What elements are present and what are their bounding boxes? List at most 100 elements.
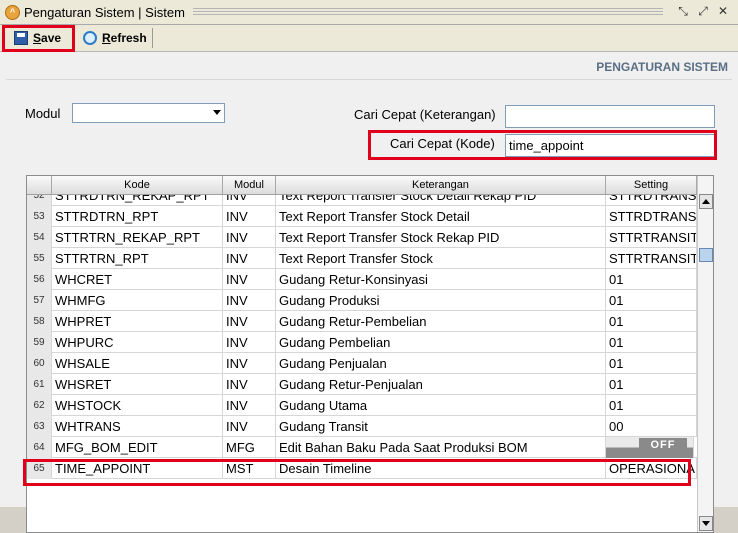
app-icon: ^ (5, 5, 20, 20)
row-number: 54 (27, 227, 52, 248)
scroll-down-icon[interactable] (699, 516, 713, 531)
row-number: 59 (27, 332, 52, 353)
cell-modul: INV (223, 227, 276, 248)
modul-select[interactable] (72, 103, 225, 123)
cell-setting: OFF (606, 437, 697, 458)
row-number: 64 (27, 437, 52, 458)
cell-setting: STTRDTRANSIT_RK (606, 195, 697, 206)
cell-modul: INV (223, 290, 276, 311)
table-row[interactable]: 60 WHSALE INV Gudang Penjualan 01 (27, 353, 697, 374)
vertical-scrollbar[interactable] (697, 176, 713, 532)
cell-kode: WHPRET (52, 311, 223, 332)
cell-setting: 01 (606, 353, 697, 374)
cell-modul: INV (223, 374, 276, 395)
cell-kode: MFG_BOM_EDIT (52, 437, 223, 458)
table-row[interactable]: 65 TIME_APPOINT MST Desain Timeline OPERASIO… (27, 458, 697, 479)
table-row[interactable]: 52 STTRDTRN_REKAP_RPT INV Text Report Trans… (27, 195, 697, 206)
main-panel: PENGATURAN SISTEM Modul Cari Cepat (Kete… (0, 52, 738, 533)
table-row[interactable]: 64 MFG_BOM_EDIT MFG Edit Bahan Baku Pada Sa… (27, 437, 697, 458)
cari-keterangan-input[interactable] (505, 105, 715, 128)
table-row[interactable]: 57 WHMFG INV Gudang Produksi 01 (27, 290, 697, 311)
save-button[interactable]: Save (14, 27, 61, 49)
section-title: PENGATURAN SISTEM (596, 60, 728, 74)
maximize-icon[interactable]: ⤢ (696, 4, 710, 18)
cell-setting: 00 (606, 416, 697, 437)
refresh-icon (83, 31, 97, 45)
row-number: 53 (27, 206, 52, 227)
table-row[interactable]: 54 STTRTRN_REKAP_RPT INV Text Report Transf… (27, 227, 697, 248)
cell-kode: STTRDTRN_RPT (52, 206, 223, 227)
cell-setting: STTRDTRANSIT (606, 206, 697, 227)
cell-keterangan: Gudang Penjualan (276, 353, 606, 374)
cell-kode: STTRTRN_RPT (52, 248, 223, 269)
restore-icon[interactable]: ⤡ (676, 4, 690, 18)
floppy-disk-icon (14, 31, 28, 45)
table-body: 52 STTRDTRN_REKAP_RPT INV Text Report Trans… (27, 195, 697, 532)
toggle-label: OFF (639, 438, 687, 453)
cell-kode: WHPURC (52, 332, 223, 353)
toolbar: Save Refresh (0, 25, 738, 52)
cell-setting: 01 (606, 269, 697, 290)
cell-modul: INV (223, 248, 276, 269)
header-setting[interactable]: Setting (606, 176, 697, 194)
table-row[interactable]: 59 WHPURC INV Gudang Pembelian 01 (27, 332, 697, 353)
cell-keterangan: Desain Timeline (276, 458, 606, 479)
cell-kode: WHSALE (52, 353, 223, 374)
cell-modul: INV (223, 311, 276, 332)
cell-keterangan: Gudang Retur-Konsinyasi (276, 269, 606, 290)
window-title: Pengaturan Sistem | Sistem (24, 5, 185, 20)
scroll-thumb[interactable] (699, 248, 713, 262)
table-row[interactable]: 62 WHSTOCK INV Gudang Utama 01 (27, 395, 697, 416)
row-number: 57 (27, 290, 52, 311)
row-number: 63 (27, 416, 52, 437)
header-rownum (27, 176, 52, 194)
cell-keterangan: Gudang Transit (276, 416, 606, 437)
cell-setting: STTRTRANSIT (606, 248, 697, 269)
cell-keterangan: Text Report Transfer Stock (276, 248, 606, 269)
cell-keterangan: Text Report Transfer Stock Detail Rekap … (276, 195, 606, 206)
cell-keterangan: Edit Bahan Baku Pada Saat Produksi BOM (276, 437, 606, 458)
chevron-down-icon[interactable] (213, 110, 221, 115)
row-number: 52 (27, 195, 52, 206)
cell-setting: 01 (606, 395, 697, 416)
table-header: Kode Modul Keterangan Setting (27, 176, 697, 195)
row-number: 60 (27, 353, 52, 374)
cell-modul: MFG (223, 437, 276, 458)
cell-modul: INV (223, 332, 276, 353)
modul-label: Modul (25, 106, 61, 121)
cell-keterangan: Gudang Pembelian (276, 332, 606, 353)
header-kode[interactable]: Kode (52, 176, 223, 194)
window-titlebar: ^ Pengaturan Sistem | Sistem ⤡ ⤢ ✕ (0, 0, 738, 25)
cell-modul: INV (223, 206, 276, 227)
cell-keterangan: Gudang Retur-Pembelian (276, 311, 606, 332)
close-icon[interactable]: ✕ (716, 4, 730, 18)
table-row[interactable]: 53 STTRDTRN_RPT INV Text Report Transfer St… (27, 206, 697, 227)
cell-modul: INV (223, 195, 276, 206)
scroll-up-icon[interactable] (699, 194, 713, 209)
table-row[interactable]: 55 STTRTRN_RPT INV Text Report Transfer Sto… (27, 248, 697, 269)
cari-kode-input[interactable]: time_appoint (505, 134, 715, 157)
refresh-button[interactable]: Refresh (83, 27, 147, 49)
header-keterangan[interactable]: Keterangan (276, 176, 606, 194)
row-number: 65 (27, 458, 52, 479)
table-row[interactable]: 61 WHSRET INV Gudang Retur-Penjualan 01 (27, 374, 697, 395)
cell-kode: WHCRET (52, 269, 223, 290)
titlebar-grip (193, 8, 663, 17)
table-row[interactable]: 56 WHCRET INV Gudang Retur-Konsinyasi 01 (27, 269, 697, 290)
cell-kode: WHSRET (52, 374, 223, 395)
cell-setting: 01 (606, 290, 697, 311)
row-number: 58 (27, 311, 52, 332)
cell-keterangan: Text Report Transfer Stock Rekap PID (276, 227, 606, 248)
toggle-switch[interactable]: OFF (606, 437, 694, 458)
toolbar-separator (152, 28, 153, 48)
cell-setting: 01 (606, 374, 697, 395)
header-modul[interactable]: Modul (223, 176, 276, 194)
cell-modul: INV (223, 416, 276, 437)
table-row[interactable]: 63 WHTRANS INV Gudang Transit 00 (27, 416, 697, 437)
section-divider (6, 79, 732, 80)
row-number: 61 (27, 374, 52, 395)
table-row[interactable]: 58 WHPRET INV Gudang Retur-Pembelian 01 (27, 311, 697, 332)
cari-keterangan-label: Cari Cepat (Keterangan) (354, 107, 496, 122)
row-number: 55 (27, 248, 52, 269)
cell-modul: MST (223, 458, 276, 479)
